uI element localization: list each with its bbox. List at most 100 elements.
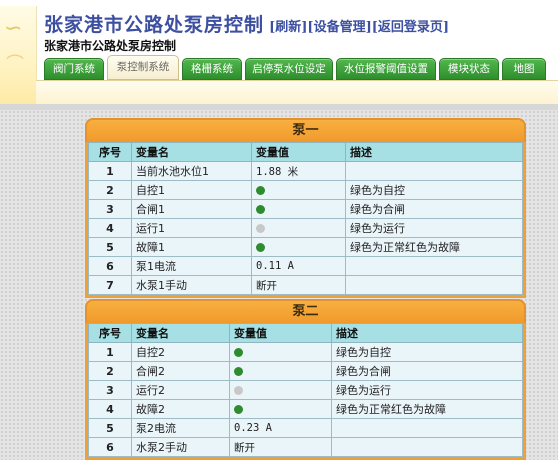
- page-title: 张家港市公路处泵房控制: [44, 14, 265, 36]
- table-row: 5 故障1 绿色为正常红色为故障: [88, 237, 523, 257]
- col-header-value: 变量值: [251, 142, 346, 162]
- value-text: 断开: [256, 279, 277, 292]
- table-row: 7 水泵1手动 断开: [88, 275, 523, 295]
- variable-description: [331, 437, 523, 457]
- row-number: 6: [88, 437, 132, 457]
- status-indicator-on-icon: [256, 204, 265, 214]
- pump1-panel: 泵一 序号 变量名 变量值 描述 1 当前水池水位1 1.88 米 2 自控1 绿色为自控…: [85, 118, 526, 298]
- row-number: 7: [88, 275, 132, 295]
- table-row: 6 泵1电流 0.11 A: [88, 256, 523, 276]
- variable-name: 运行2: [131, 380, 230, 400]
- pump2-panel: 泵二 序号 变量名 变量值 描述 1 自控2 绿色为自控 2 合闸2 绿色为合闸 3 运行2 绿…: [85, 299, 526, 460]
- variable-name: 自控1: [131, 180, 252, 200]
- table-row: 1 当前水池水位1 1.88 米: [88, 161, 523, 181]
- variable-name: 故障1: [131, 237, 252, 257]
- table-header-row: 序号 变量名 变量值 描述: [88, 142, 523, 162]
- row-number: 3: [88, 380, 132, 400]
- value-text: 0.23 A: [234, 422, 272, 434]
- variable-value: [251, 199, 346, 219]
- variable-name: 合闸1: [131, 199, 252, 219]
- variable-value: 1.88 米: [251, 161, 346, 181]
- table-header-row: 序号 变量名 变量值 描述: [88, 323, 523, 343]
- col-header-no: 序号: [88, 323, 132, 343]
- panel-body: 序号 变量名 变量值 描述 1 当前水池水位1 1.88 米 2 自控1 绿色为自控 3 合闸…: [85, 142, 526, 298]
- tab-strip-base: [36, 80, 558, 105]
- variable-value: 断开: [251, 275, 346, 295]
- table-body: 1 自控2 绿色为自控 2 合闸2 绿色为合闸 3 运行2 绿色为运行 4 故障2 绿色为正常红色为故…: [88, 342, 523, 457]
- status-indicator-on-icon: [234, 404, 243, 414]
- value-text: 断开: [234, 441, 255, 454]
- tab-module-status[interactable]: 模块状态: [439, 58, 499, 80]
- variable-name: 水泵2手动: [131, 437, 230, 457]
- variable-description: [345, 256, 523, 276]
- table-row: 5 泵2电流 0.23 A: [88, 418, 523, 438]
- variable-name: 水泵1手动: [131, 275, 252, 295]
- table-row: 3 合闸1 绿色为合闸: [88, 199, 523, 219]
- variable-value: 0.11 A: [251, 256, 346, 276]
- variable-value: [229, 361, 332, 381]
- tab-grille-system[interactable]: 格栅系统: [182, 58, 242, 80]
- variable-description: [345, 161, 523, 181]
- variable-value: [229, 399, 332, 419]
- table-body: 1 当前水池水位1 1.88 米 2 自控1 绿色为自控 3 合闸1 绿色为合闸 4 运行1 绿色为运…: [88, 161, 523, 295]
- tab-valve-system[interactable]: 阀门系统: [44, 58, 104, 80]
- return-login-link[interactable]: [返回登录页]: [372, 20, 449, 35]
- content-area: 泵一 序号 变量名 变量值 描述 1 当前水池水位1 1.88 米 2 自控1 绿色为自控…: [0, 110, 558, 460]
- table-row: 2 自控1 绿色为自控: [88, 180, 523, 200]
- row-number: 2: [88, 361, 132, 381]
- title-line: 张家港市公路处泵房控制 [刷新][设备管理][返回登录页]: [44, 10, 449, 37]
- row-number: 3: [88, 199, 132, 219]
- row-number: 6: [88, 256, 132, 276]
- variable-description: 绿色为合闸: [331, 361, 523, 381]
- status-indicator-on-icon: [256, 242, 265, 252]
- panel-title: 泵二: [85, 299, 526, 323]
- value-text: 1.88 米: [256, 165, 299, 178]
- logo-swirl-icon: ∽: [4, 16, 23, 41]
- col-header-name: 变量名: [131, 323, 230, 343]
- tab-pump-level-setting[interactable]: 启停泵水位设定: [245, 58, 333, 80]
- tab-level-alarm-threshold[interactable]: 水位报警阈值设置: [336, 58, 436, 80]
- refresh-link[interactable]: [刷新]: [269, 20, 307, 35]
- row-number: 5: [88, 418, 132, 438]
- value-text: 0.11 A: [256, 260, 294, 272]
- table-row: 1 自控2 绿色为自控: [88, 342, 523, 362]
- variable-name: 运行1: [131, 218, 252, 238]
- variables-table: 序号 变量名 变量值 描述 1 自控2 绿色为自控 2 合闸2 绿色为合闸 3 运行2 绿色为运…: [88, 323, 523, 457]
- tab-map[interactable]: 地图: [502, 58, 546, 80]
- table-row: 4 故障2 绿色为正常红色为故障: [88, 399, 523, 419]
- col-header-name: 变量名: [131, 142, 252, 162]
- variable-name: 故障2: [131, 399, 230, 419]
- row-number: 5: [88, 237, 132, 257]
- row-number: 1: [88, 161, 132, 181]
- variable-value: [251, 180, 346, 200]
- tab-pump-control[interactable]: 泵控制系统: [107, 55, 179, 80]
- variable-name: 当前水池水位1: [131, 161, 252, 181]
- table-row: 6 水泵2手动 断开: [88, 437, 523, 457]
- col-header-value: 变量值: [229, 323, 332, 343]
- col-header-desc: 描述: [331, 323, 523, 343]
- variable-description: 绿色为合闸: [345, 199, 523, 219]
- variable-description: 绿色为正常红色为故障: [331, 399, 523, 419]
- logo-leaf-icon: ⌒: [6, 54, 24, 75]
- variable-value: [251, 218, 346, 238]
- variable-name: 泵2电流: [131, 418, 230, 438]
- status-indicator-off-icon: [256, 223, 265, 233]
- row-number: 4: [88, 399, 132, 419]
- variable-description: 绿色为运行: [331, 380, 523, 400]
- page-header: ∽ ⌒ 张家港市公路处泵房控制 [刷新][设备管理][返回登录页] 张家港市公路…: [0, 0, 558, 110]
- variable-description: 绿色为自控: [345, 180, 523, 200]
- variable-description: [345, 275, 523, 295]
- variable-description: 绿色为运行: [345, 218, 523, 238]
- status-indicator-on-icon: [234, 366, 243, 376]
- row-number: 4: [88, 218, 132, 238]
- table-row: 3 运行2 绿色为运行: [88, 380, 523, 400]
- variable-name: 泵1电流: [131, 256, 252, 276]
- status-indicator-on-icon: [256, 185, 265, 195]
- row-number: 2: [88, 180, 132, 200]
- variable-description: 绿色为正常红色为故障: [345, 237, 523, 257]
- table-row: 2 合闸2 绿色为合闸: [88, 361, 523, 381]
- variable-value: 0.23 A: [229, 418, 332, 438]
- variable-description: [331, 418, 523, 438]
- device-management-link[interactable]: [设备管理]: [307, 20, 371, 35]
- variable-name: 自控2: [131, 342, 230, 362]
